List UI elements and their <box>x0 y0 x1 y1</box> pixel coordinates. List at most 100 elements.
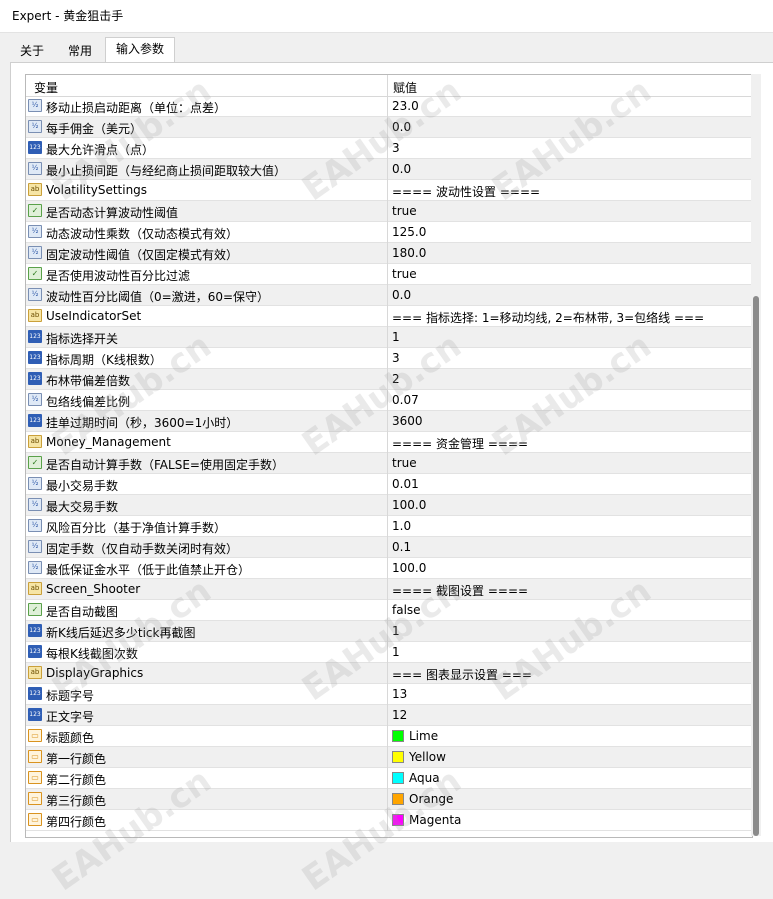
bool-icon: ✓ <box>28 267 42 280</box>
table-row[interactable]: ab Money_Management ==== 资金管理 ==== <box>26 432 752 453</box>
table-row[interactable]: ▭ 第三行颜色 Orange <box>26 789 752 810</box>
integer-icon: 123 <box>28 414 42 427</box>
parameter-value[interactable]: 13 <box>392 687 407 701</box>
parameter-value[interactable]: 23.0 <box>392 99 419 113</box>
window-title: Expert - 黄金狙击手 <box>12 9 124 23</box>
parameter-value[interactable]: 3600 <box>392 414 423 428</box>
table-row[interactable]: ▭ 第二行颜色 Aqua <box>26 768 752 789</box>
cell-divider <box>387 180 388 201</box>
table-row[interactable]: ½ 波动性百分比阈值（0=激进，60=保守） 0.0 <box>26 285 752 306</box>
table-row[interactable]: ab DisplayGraphics === 图表显示设置 === <box>26 663 752 684</box>
table-row[interactable]: ½ 最低保证金水平（低于此值禁止开仓） 100.0 <box>26 558 752 579</box>
parameter-value[interactable]: 1 <box>392 624 400 638</box>
table-row[interactable]: ✓ 是否自动计算手数（FALSE=使用固定手数） true <box>26 453 752 474</box>
double-icon: ½ <box>28 540 42 553</box>
parameter-name: 每手佣金（美元） <box>46 122 143 136</box>
table-row[interactable]: 123 最大允许滑点（点） 3 <box>26 138 752 159</box>
table-row[interactable]: 123 指标选择开关 1 <box>26 327 752 348</box>
string-icon: ab <box>28 183 42 196</box>
parameter-value[interactable]: 100.0 <box>392 561 426 575</box>
table-row[interactable]: ab UseIndicatorSet === 指标选择: 1=移动均线, 2=布林带… <box>26 306 752 327</box>
tab-about[interactable]: 关于 <box>9 39 55 63</box>
integer-icon: 123 <box>28 645 42 658</box>
table-row[interactable]: ▭ 标题颜色 Lime <box>26 726 752 747</box>
parameter-name: 是否使用波动性百分比过滤 <box>46 269 191 283</box>
table-row[interactable]: 123 挂单过期时间（秒，3600=1小时） 3600 <box>26 411 752 432</box>
table-row[interactable]: ✓ 是否使用波动性百分比过滤 true <box>26 264 752 285</box>
table-row[interactable]: ½ 最小止损间距（与经纪商止损间距取较大值） 0.0 <box>26 159 752 180</box>
parameter-value[interactable]: 1.0 <box>392 519 411 533</box>
parameter-value[interactable]: 3 <box>392 141 400 155</box>
parameter-name: 波动性百分比阈值（0=激进，60=保守） <box>46 290 270 304</box>
column-header-variable[interactable]: 变量 <box>34 79 58 96</box>
parameter-name: 第四行颜色 <box>46 815 107 829</box>
table-row[interactable]: ½ 固定手数（仅自动手数关闭时有效） 0.1 <box>26 537 752 558</box>
parameter-value[interactable]: Orange <box>409 792 453 806</box>
scrollbar-thumb[interactable] <box>753 296 759 836</box>
column-header-value[interactable]: 赋值 <box>393 79 417 96</box>
parameter-value[interactable]: ==== 波动性设置 ==== <box>392 183 540 200</box>
table-row[interactable]: ½ 固定波动性阈值（仅固定模式有效） 180.0 <box>26 243 752 264</box>
table-row[interactable]: ab VolatilitySettings ==== 波动性设置 ==== <box>26 180 752 201</box>
table-row[interactable]: ½ 包络线偏差比例 0.07 <box>26 390 752 411</box>
parameter-value[interactable]: true <box>392 456 417 470</box>
parameter-value[interactable]: === 图表显示设置 === <box>392 666 532 683</box>
table-row[interactable]: ½ 风险百分比（基于净值计算手数） 1.0 <box>26 516 752 537</box>
table-row[interactable]: 123 每根K线截图次数 1 <box>26 642 752 663</box>
parameter-value[interactable]: 1 <box>392 330 400 344</box>
table-row[interactable]: ▭ 第一行颜色 Yellow <box>26 747 752 768</box>
parameter-value[interactable]: 100.0 <box>392 498 426 512</box>
table-row[interactable]: 123 布林带偏差倍数 2 <box>26 369 752 390</box>
parameter-value[interactable]: true <box>392 204 417 218</box>
column-divider[interactable] <box>387 75 388 96</box>
vertical-scrollbar[interactable] <box>751 74 761 836</box>
table-row[interactable]: ½ 最大交易手数 100.0 <box>26 495 752 516</box>
table-row[interactable]: ab Screen_Shooter ==== 截图设置 ==== <box>26 579 752 600</box>
parameter-value[interactable]: 180.0 <box>392 246 426 260</box>
parameter-value[interactable]: === 指标选择: 1=移动均线, 2=布林带, 3=包络线 === <box>392 309 704 326</box>
double-icon: ½ <box>28 561 42 574</box>
table-row[interactable]: ▭ 第四行颜色 Magenta <box>26 810 752 831</box>
tab-common[interactable]: 常用 <box>57 39 103 63</box>
tab-input-parameters[interactable]: 输入参数 <box>105 37 176 64</box>
parameter-value[interactable]: ==== 资金管理 ==== <box>392 435 528 452</box>
parameter-value[interactable]: 0.01 <box>392 477 419 491</box>
integer-icon: 123 <box>28 708 42 721</box>
parameter-value[interactable]: 12 <box>392 708 407 722</box>
table-row[interactable]: ✓ 是否动态计算波动性阈值 true <box>26 201 752 222</box>
parameter-value[interactable]: 3 <box>392 351 400 365</box>
color-icon: ▭ <box>28 729 42 742</box>
color-swatch <box>392 772 404 784</box>
parameter-value[interactable]: 0.1 <box>392 540 411 554</box>
parameter-value[interactable]: 1 <box>392 645 400 659</box>
parameter-value[interactable]: Aqua <box>409 771 440 785</box>
parameter-value[interactable]: 0.0 <box>392 288 411 302</box>
table-row[interactable]: ½ 移动止损启动距离（单位：点差） 23.0 <box>26 96 752 117</box>
table-row[interactable]: ½ 每手佣金（美元） 0.0 <box>26 117 752 138</box>
table-row[interactable]: 123 指标周期（K线根数） 3 <box>26 348 752 369</box>
parameter-value[interactable]: true <box>392 267 417 281</box>
parameter-value[interactable]: Magenta <box>409 813 461 827</box>
table-row[interactable]: 123 正文字号 12 <box>26 705 752 726</box>
table-row[interactable]: ½ 最小交易手数 0.01 <box>26 474 752 495</box>
color-swatch <box>392 730 404 742</box>
integer-icon: 123 <box>28 141 42 154</box>
parameter-value[interactable]: 2 <box>392 372 400 386</box>
parameter-name: 指标选择开关 <box>46 332 119 346</box>
table-row[interactable]: 123 新K线后延迟多少tick再截图 1 <box>26 621 752 642</box>
parameter-value[interactable]: Yellow <box>409 750 446 764</box>
parameter-name: 风险百分比（基于净值计算手数） <box>46 521 227 535</box>
parameter-value[interactable]: 0.0 <box>392 120 411 134</box>
parameter-value[interactable]: 125.0 <box>392 225 426 239</box>
cell-divider <box>387 138 388 159</box>
parameter-value[interactable]: 0.0 <box>392 162 411 176</box>
table-row[interactable]: ½ 动态波动性乘数（仅动态模式有效） 125.0 <box>26 222 752 243</box>
table-row[interactable]: ✓ 是否自动截图 false <box>26 600 752 621</box>
parameter-value[interactable]: ==== 截图设置 ==== <box>392 582 528 599</box>
parameter-value[interactable]: Lime <box>409 729 438 743</box>
table-row[interactable]: 123 标题字号 13 <box>26 684 752 705</box>
parameter-value[interactable]: false <box>392 603 421 617</box>
string-icon: ab <box>28 309 42 322</box>
color-swatch <box>392 751 404 763</box>
parameter-value[interactable]: 0.07 <box>392 393 419 407</box>
